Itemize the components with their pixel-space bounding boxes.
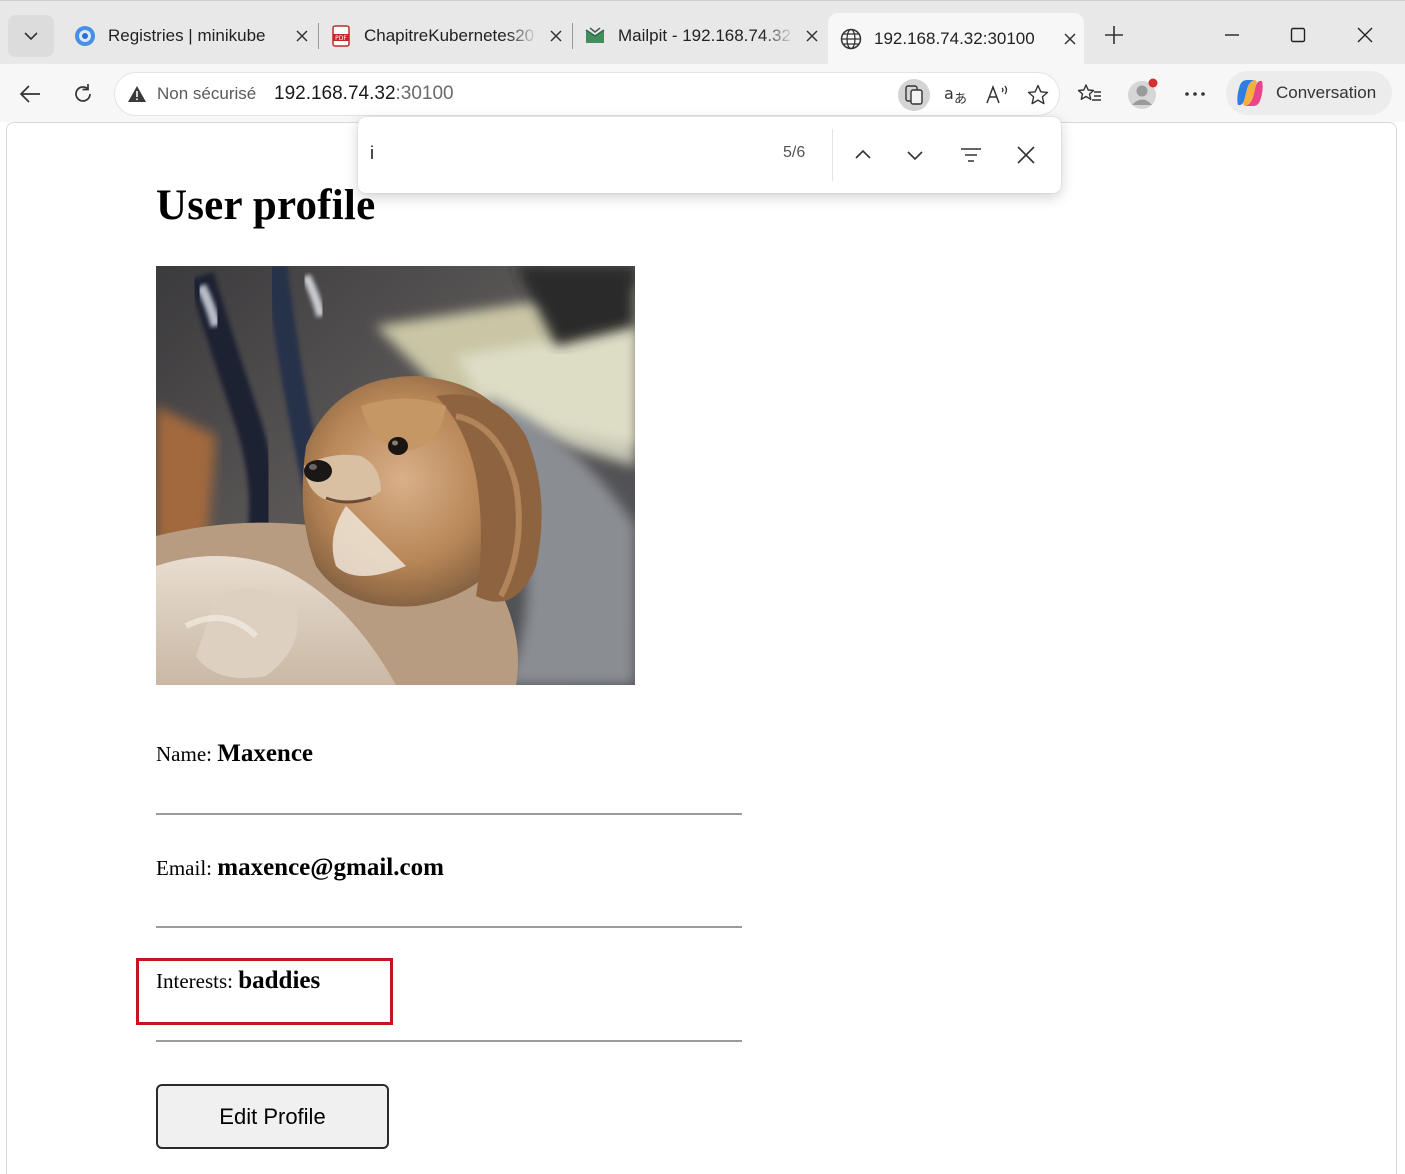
plus-icon: [1105, 26, 1123, 44]
url-host: 192.168.74.32: [274, 83, 396, 104]
close-icon: [1357, 27, 1373, 43]
favorite-star-icon[interactable]: [1022, 79, 1054, 111]
close-tab-icon[interactable]: [1056, 25, 1084, 53]
mailpit-icon: [584, 25, 606, 47]
warning-icon[interactable]: [127, 85, 147, 108]
svg-text:あ: あ: [954, 92, 967, 107]
chevron-down-icon: [24, 32, 38, 41]
chevron-up-icon: [855, 149, 871, 159]
browser-toolbar: Non sécurisé 192.168.74.32:30100 aあ Conv…: [0, 64, 1405, 122]
tab-title: Mailpit - 192.168.74.32: [618, 26, 791, 45]
minikube-icon: [74, 25, 96, 47]
tab-minikube[interactable]: Registries | minikube: [62, 13, 316, 59]
divider: [156, 813, 742, 815]
tab-title: Registries | minikube: [108, 26, 266, 45]
arrow-left-icon: [19, 85, 40, 103]
tab-mailpit[interactable]: Mailpit - 192.168.74.32: [572, 13, 826, 59]
chevron-down-icon: [907, 151, 923, 161]
tab-pdf[interactable]: PDF ChapitreKubernetes20: [318, 13, 570, 59]
find-on-page-bar: i 5/6: [358, 117, 1061, 193]
address-bar[interactable]: Non sécurisé 192.168.74.32:30100 aあ: [114, 72, 1060, 116]
profile-photo: [156, 266, 635, 685]
find-close-button[interactable]: [1008, 137, 1044, 173]
tab-actions-menu-button[interactable]: [8, 15, 54, 57]
url-text[interactable]: 192.168.74.32:30100: [274, 83, 454, 105]
find-previous-button[interactable]: [845, 137, 881, 173]
security-status-label[interactable]: Non sécurisé: [157, 84, 256, 104]
user-profile-page: User profile Name: Maxence Email: maxenc…: [7, 123, 1396, 1174]
edit-profile-button[interactable]: Edit Profile: [156, 1084, 389, 1149]
name-value: Maxence: [217, 740, 314, 767]
svg-text:PDF: PDF: [335, 35, 347, 42]
filter-icon: [961, 148, 981, 162]
close-tab-icon[interactable]: [542, 22, 570, 50]
find-next-button[interactable]: [897, 137, 933, 173]
find-match-count: 5/6: [783, 144, 806, 161]
pdf-icon: PDF: [330, 25, 352, 47]
close-icon: [1017, 146, 1035, 164]
minimize-button[interactable]: [1210, 15, 1254, 55]
avatar-icon: [1128, 78, 1158, 109]
copilot-label: Conversation: [1276, 83, 1377, 102]
favorites-button[interactable]: [1070, 74, 1110, 114]
email-label: Email:: [156, 856, 212, 880]
name-field: Name: Maxence: [156, 740, 742, 768]
divider: [832, 129, 833, 181]
annotation-highlight-box: [136, 958, 393, 1025]
url-port: :30100: [395, 83, 454, 104]
read-aloud-icon[interactable]: [983, 79, 1015, 111]
profile-button[interactable]: [1123, 74, 1163, 114]
new-tab-button[interactable]: [1092, 15, 1136, 55]
close-tab-icon[interactable]: [798, 22, 826, 50]
favorites-list-icon: [1077, 84, 1101, 101]
svg-text:a: a: [944, 84, 954, 103]
tab-title: 192.168.74.32:30100: [874, 29, 1035, 48]
divider: [156, 926, 742, 928]
back-button[interactable]: [10, 74, 50, 114]
page-viewport: User profile Name: Maxence Email: maxenc…: [6, 122, 1397, 1174]
tab-title: ChapitreKubernetes20: [364, 26, 535, 45]
email-value: maxence@gmail.com: [217, 854, 444, 881]
more-dots-icon: [1185, 92, 1205, 96]
page-title: User profile: [156, 182, 376, 229]
close-window-button[interactable]: [1343, 15, 1387, 55]
maximize-button[interactable]: [1276, 15, 1320, 55]
translate-icon[interactable]: aあ: [941, 79, 973, 111]
minimize-icon: [1225, 34, 1239, 36]
settings-more-button[interactable]: [1175, 74, 1215, 114]
find-input[interactable]: i: [370, 143, 374, 164]
find-options-button[interactable]: [953, 137, 989, 173]
tab-strip: Registries | minikube PDF ChapitreKubern…: [0, 0, 1405, 65]
copilot-icon: [1237, 80, 1263, 106]
globe-icon: [840, 28, 862, 50]
name-label: Name:: [156, 742, 212, 766]
app-available-icon[interactable]: [898, 79, 930, 111]
divider: [156, 1040, 742, 1042]
email-field: Email: maxence@gmail.com: [156, 854, 742, 882]
refresh-icon: [75, 84, 91, 102]
reload-button[interactable]: [63, 74, 103, 114]
maximize-icon: [1290, 27, 1306, 43]
copilot-conversation-button[interactable]: Conversation: [1226, 71, 1392, 115]
close-tab-icon[interactable]: [288, 22, 316, 50]
tab-active-site[interactable]: 192.168.74.32:30100: [828, 13, 1084, 65]
